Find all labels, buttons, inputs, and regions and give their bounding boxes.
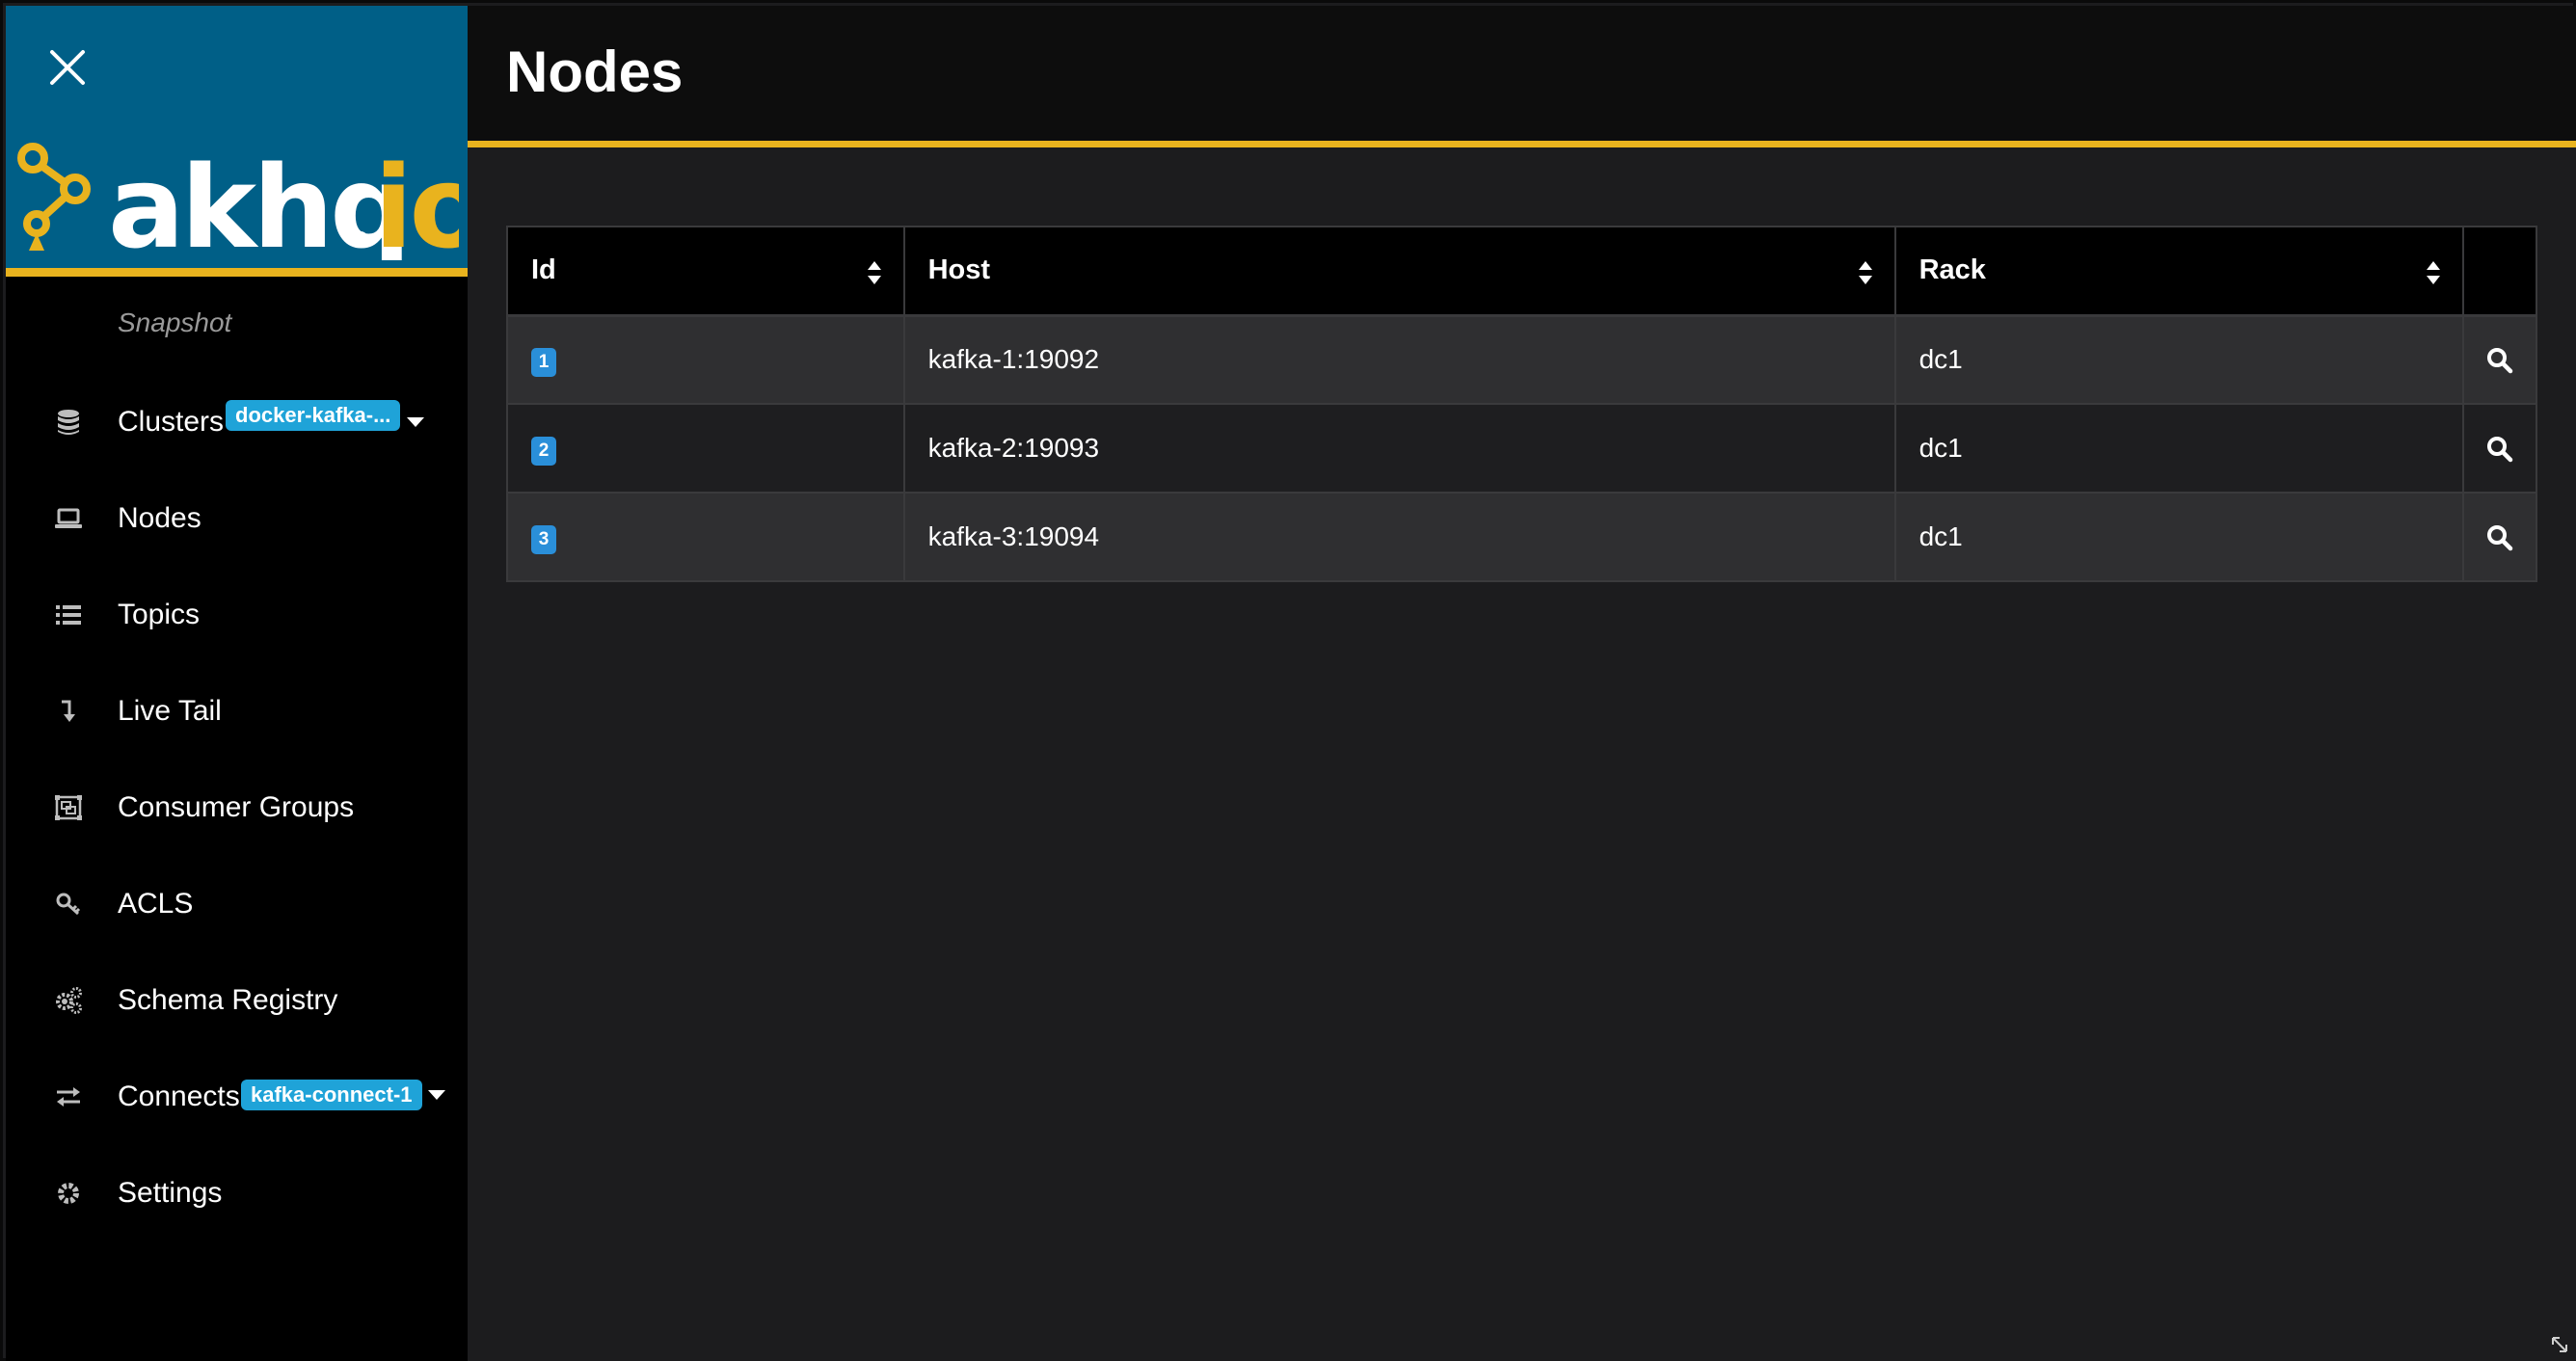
cell-id: 3 [506, 492, 905, 582]
sidebar-item-clusters[interactable]: Clusters docker-kafka-... [6, 388, 468, 456]
table-header-row: Id Host Rack [506, 226, 2537, 317]
cell-host: kafka-2:19093 [902, 403, 1896, 494]
cogs-icon [54, 986, 83, 1015]
page-title: Nodes [506, 40, 684, 104]
sidebar-item-label: Live Tail [118, 695, 222, 727]
column-header-label: Host [927, 254, 991, 286]
column-header-host[interactable]: Host [902, 226, 1896, 317]
cell-actions [2462, 492, 2537, 582]
cell-rack: dc1 [1893, 314, 2465, 405]
connect-badge[interactable]: kafka-connect-1 [241, 1080, 422, 1110]
cell-id: 1 [506, 314, 905, 405]
chevron-down-icon[interactable] [428, 1090, 445, 1100]
sidebar-item-nodes[interactable]: Nodes [6, 485, 468, 552]
cell-id: 2 [506, 403, 905, 494]
resize-handle-icon[interactable] [2549, 1334, 2570, 1355]
column-header-actions [2462, 226, 2537, 317]
level-down-icon [54, 697, 83, 726]
sidebar-item-label: Settings [118, 1177, 223, 1209]
column-header-rack[interactable]: Rack [1893, 226, 2465, 317]
page-header: Nodes [468, 6, 2576, 147]
svg-text:io: io [374, 141, 459, 260]
search-icon[interactable] [2484, 434, 2515, 465]
table-row[interactable]: 1 kafka-1:19092 dc1 [506, 314, 2537, 405]
sort-icon[interactable] [1858, 260, 1873, 285]
exchange-icon [54, 1082, 83, 1111]
sort-icon[interactable] [2426, 260, 2441, 285]
main-content: Nodes Id Host Rack 1 kafka-1:19092 dc1 2… [468, 6, 2576, 1361]
gear-icon [54, 1179, 83, 1208]
table-row[interactable]: 2 kafka-2:19093 dc1 [506, 403, 2537, 494]
object-group-icon [54, 793, 83, 822]
column-header-label: Id [531, 254, 556, 286]
cell-host: kafka-3:19094 [902, 492, 1896, 582]
sidebar-item-label: Schema Registry [118, 984, 338, 1016]
sidebar-item-consumer-groups[interactable]: Consumer Groups [6, 774, 468, 841]
sidebar-item-acls[interactable]: ACLS [6, 870, 468, 938]
column-header-id[interactable]: Id [506, 226, 905, 317]
cell-actions [2462, 314, 2537, 405]
node-id-badge[interactable]: 2 [531, 436, 556, 466]
list-icon [54, 600, 83, 629]
close-icon [50, 50, 85, 85]
node-id-badge[interactable]: 1 [531, 347, 556, 377]
column-header-label: Rack [1919, 254, 1986, 286]
sidebar-item-connects[interactable]: Connects kafka-connect-1 [6, 1063, 468, 1131]
sidebar-item-settings[interactable]: Settings [6, 1160, 468, 1227]
cell-actions [2462, 403, 2537, 494]
sidebar-item-label: Nodes [118, 502, 201, 534]
sidebar-item-label: Topics [118, 599, 201, 630]
sidebar: akhq io Snapshot Clusters docker-kafka-.… [6, 6, 468, 1361]
sort-icon[interactable] [867, 260, 882, 285]
cell-host: kafka-1:19092 [902, 314, 1896, 405]
sidebar-item-label: Connects [118, 1081, 240, 1112]
search-icon[interactable] [2484, 345, 2515, 376]
cell-rack: dc1 [1893, 403, 2465, 494]
snapshot-label: Snapshot [118, 307, 232, 337]
node-id-badge[interactable]: 3 [531, 524, 556, 554]
brand-header: akhq io [6, 6, 468, 277]
database-icon [54, 408, 83, 437]
sidebar-item-label: ACLS [118, 888, 194, 920]
sidebar-item-label: Clusters [118, 406, 225, 438]
cell-rack: dc1 [1893, 492, 2465, 582]
sidebar-item-schema-registry[interactable]: Schema Registry [6, 967, 468, 1034]
table-row[interactable]: 3 kafka-3:19094 dc1 [506, 492, 2537, 582]
key-icon [54, 890, 83, 919]
close-sidebar-button[interactable] [44, 44, 91, 91]
chevron-down-icon[interactable] [407, 417, 424, 427]
search-icon[interactable] [2484, 522, 2515, 553]
app-window: akhq io Snapshot Clusters docker-kafka-.… [0, 0, 2576, 1361]
nodes-table: Id Host Rack 1 kafka-1:19092 dc1 2 kafka… [506, 226, 2537, 582]
sidebar-item-live-tail[interactable]: Live Tail [6, 678, 468, 745]
sidebar-item-topics[interactable]: Topics [6, 581, 468, 649]
laptop-icon [54, 504, 83, 533]
sidebar-item-label: Consumer Groups [118, 791, 355, 823]
cluster-badge[interactable]: docker-kafka-... [226, 400, 401, 431]
akhq-logo[interactable]: akhq io [15, 120, 459, 260]
